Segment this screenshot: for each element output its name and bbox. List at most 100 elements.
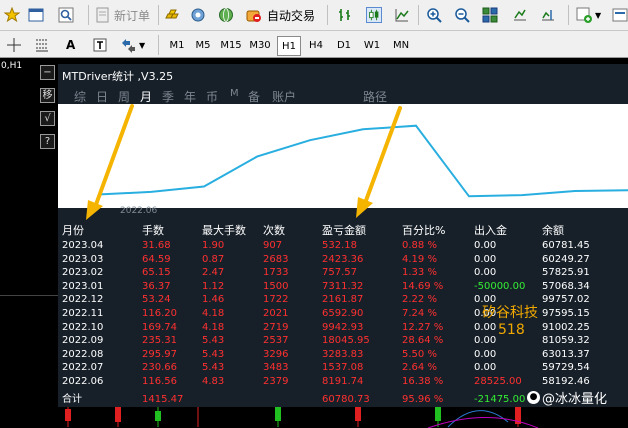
cell: 532.18 <box>322 240 357 251</box>
text-tool-icon[interactable]: A <box>66 34 75 56</box>
cell: 57825.91 <box>542 267 590 279</box>
cell: 36.37 <box>142 280 171 292</box>
cell: 58192.46 <box>542 376 590 387</box>
timeframe-h4[interactable]: H4 <box>304 36 328 56</box>
cell: 次数 <box>263 224 285 237</box>
cell: 28525.00 <box>474 376 522 387</box>
line-chart-button[interactable] <box>394 4 410 26</box>
cell: 2022.10 <box>62 321 104 333</box>
cell: 0.00 <box>474 253 497 265</box>
cell: 81059.32 <box>542 335 590 347</box>
curve-date-label: 2022.06 <box>120 206 158 216</box>
signals-button[interactable] <box>190 4 206 26</box>
tab-7[interactable]: M <box>230 88 239 99</box>
tab-0[interactable]: 综 <box>74 88 86 105</box>
tile-windows-button[interactable] <box>482 4 498 26</box>
brand-text: @冰冰量化 <box>542 392 608 407</box>
tab-5[interactable]: 年 <box>184 88 196 105</box>
cell: 63013.37 <box>542 348 590 360</box>
cell: 28.64 % <box>402 335 444 347</box>
panel-check-button[interactable]: √ <box>40 111 55 126</box>
candlestick-button[interactable] <box>366 4 382 26</box>
crosshair-icon <box>7 38 21 52</box>
timeframe-d1[interactable]: D1 <box>332 36 356 56</box>
timeframe-mn[interactable]: MN <box>388 36 414 56</box>
cell: 91002.25 <box>542 321 590 333</box>
indicators-button[interactable]: ▼ <box>576 4 601 26</box>
cell: 2022.07 <box>62 362 104 374</box>
line-chart-icon <box>395 9 409 22</box>
cell: 2.64 % <box>402 362 437 374</box>
cell: 1.90 <box>202 240 225 251</box>
tab-3[interactable]: 月 <box>140 88 152 105</box>
timeframe-w1[interactable]: W1 <box>360 36 384 56</box>
cell: 2423.36 <box>322 253 364 265</box>
gold-bars-icon <box>165 9 179 19</box>
chart-shift-button[interactable] <box>540 4 556 26</box>
cell: 65.15 <box>142 267 171 279</box>
cell: 60781.45 <box>542 240 590 251</box>
table-row: 2023.02 65.15 2.47 1733 757.57 1.33 % 0.00 5782… <box>58 266 628 280</box>
panel-move-button[interactable]: 移 <box>40 88 55 103</box>
cell: 2021 <box>263 308 289 319</box>
cell: -21475.00 <box>474 394 526 405</box>
bar-chart-button[interactable] <box>337 4 353 26</box>
cell: 3283.83 <box>322 348 364 360</box>
tab-1[interactable]: 日 <box>96 88 108 105</box>
table-row: 2022.07 230.66 5.43 3483 1537.08 2.64 % 0.00 59… <box>58 361 628 375</box>
cell: 5.43 <box>202 362 225 374</box>
timeframe-h1[interactable]: H1 <box>277 36 301 56</box>
tab-2[interactable]: 周 <box>118 88 130 105</box>
auto-scroll-button[interactable] <box>512 4 528 26</box>
cell: 2022.09 <box>62 335 104 347</box>
cell: 百分比% <box>402 224 446 237</box>
search-button[interactable] <box>58 4 74 26</box>
tile-windows-icon <box>482 7 498 23</box>
cell: 5.50 % <box>402 348 437 360</box>
tab-8[interactable]: 备 <box>248 88 260 105</box>
cell: 0.88 % <box>402 240 437 251</box>
auto-trade-button[interactable]: 自动交易 <box>246 4 315 26</box>
zoom-out-button[interactable] <box>454 4 470 26</box>
cell: 4.19 % <box>402 253 437 265</box>
window-button[interactable] <box>28 4 44 26</box>
cell: 169.74 <box>142 321 177 333</box>
arrows-button[interactable]: ▼ <box>120 34 145 56</box>
cell: 0.00 <box>474 348 497 360</box>
tab-6[interactable]: 币 <box>206 88 218 105</box>
panel-help-button[interactable]: ? <box>40 134 55 149</box>
cell: 16.38 % <box>402 376 444 387</box>
cell: 2.47 <box>202 267 225 279</box>
zoom-in-button[interactable] <box>426 4 442 26</box>
crosshair-button[interactable] <box>6 34 22 56</box>
cell: 4.18 <box>202 308 225 319</box>
watermark-line2: 518 <box>498 322 525 338</box>
favorites-button[interactable] <box>4 4 20 26</box>
cell: 8191.74 <box>322 376 364 387</box>
cell: 7311.32 <box>322 280 364 292</box>
community-button[interactable] <box>218 4 234 26</box>
cell: 0.87 <box>202 253 225 265</box>
panel-title: MTDriver统计 ,V3.25 <box>62 70 174 83</box>
cell: 1.12 <box>202 280 225 292</box>
watermark-line1: 矽谷科技 <box>482 305 538 321</box>
tab-9[interactable]: 账户 <box>272 88 296 105</box>
new-order-button[interactable]: 新订单 <box>95 4 150 26</box>
path-button[interactable]: 路径 <box>363 88 387 105</box>
templates-button[interactable] <box>612 4 628 26</box>
timeframe-m1[interactable]: M1 <box>166 36 188 56</box>
cell: 64.59 <box>142 253 171 265</box>
cell: 合计 <box>62 394 82 405</box>
timeframe-m30[interactable]: M30 <box>247 36 273 56</box>
cell: -50000.00 <box>474 280 526 292</box>
timeframe-m5[interactable]: M5 <box>192 36 214 56</box>
fibonacci-button[interactable] <box>34 34 50 56</box>
market-button[interactable] <box>164 4 180 26</box>
timeframe-m15[interactable]: M15 <box>218 36 244 56</box>
cell: 手数 <box>142 224 164 237</box>
cell: 2.22 % <box>402 294 437 306</box>
text-label-button[interactable] <box>92 34 108 56</box>
cell: 4.83 <box>202 376 225 387</box>
panel-minimize-button[interactable]: − <box>40 65 55 80</box>
tab-4[interactable]: 季 <box>162 88 174 105</box>
